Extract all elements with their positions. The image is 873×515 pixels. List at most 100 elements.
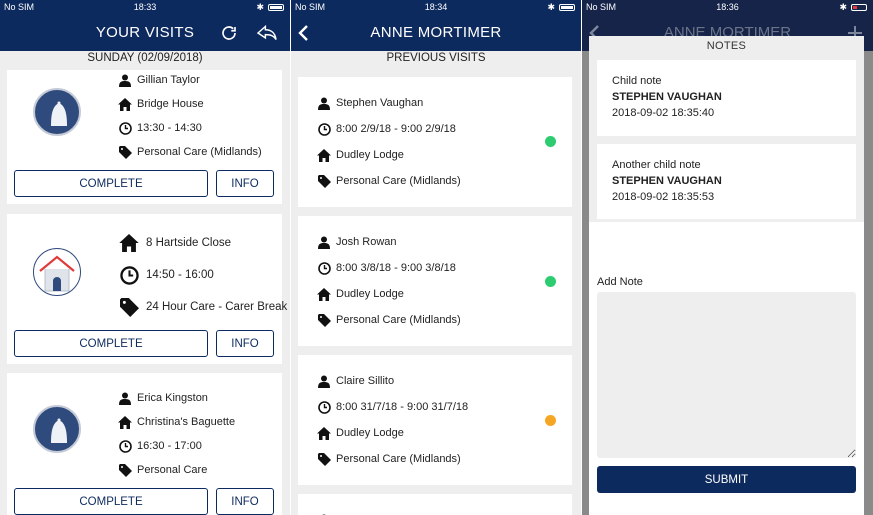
previous-visit-card[interactable]: Stephen Vaughan 8:00 2/9/18 - 9:00 2/9/1… (298, 77, 572, 207)
care-type: 24 Hour Care - Carer Break (146, 301, 288, 313)
status-time: 18:33 (133, 2, 157, 12)
tag-icon (317, 313, 331, 327)
previous-visits-screen: No SIM 18:34 ✱ ANNE MORTIMER PREVIOUS VI… (291, 0, 581, 515)
carer-name: Claire Sillito (336, 375, 395, 387)
person-icon (118, 391, 132, 405)
status-dot (545, 415, 556, 426)
clock-icon (317, 261, 331, 275)
app-header: No SIM 18:33 ✱ YOUR VISITS (0, 0, 290, 51)
home-icon (317, 287, 331, 301)
person-icon (317, 374, 331, 388)
previous-visit-card[interactable]: Josh Rowan 8:00 3/8/18 - 9:00 3/8/18 Dud… (298, 216, 572, 346)
bluetooth-icon: ✱ (839, 2, 847, 12)
note-timestamp: 2018-09-02 18:35:53 (612, 191, 715, 203)
info-button[interactable]: INFO (216, 170, 274, 197)
add-note-section: Add Note SUBMIT (589, 222, 864, 515)
status-bar: No SIM 18:33 ✱ (0, 0, 290, 15)
visit-location: Bridge House (137, 98, 204, 110)
battery-low-icon (851, 4, 867, 11)
person-icon (118, 73, 132, 87)
complete-button[interactable]: COMPLETE (14, 170, 208, 197)
logout-icon[interactable] (255, 22, 279, 44)
tag-icon (118, 145, 132, 159)
clock-icon (118, 121, 132, 135)
person-icon (317, 96, 331, 110)
info-button[interactable]: INFO (216, 330, 274, 357)
care-type: Personal Care (Midlands) (336, 314, 461, 326)
previous-visit-card[interactable]: Claire Sillito 8:00 31/7/18 - 9:00 31/7/… (298, 355, 572, 485)
visit-datetime: 8:00 31/7/18 - 9:00 31/7/18 (336, 401, 469, 413)
previous-visit-card[interactable] (298, 494, 572, 515)
page-title: ANNE MORTIMER (370, 24, 502, 41)
tag-icon (317, 174, 331, 188)
notes-modal: NOTES Child note STEPHEN VAUGHAN 2018-09… (589, 36, 864, 515)
your-visits-screen: No SIM 18:33 ✱ YOUR VISITS SUNDAY (02/09… (0, 0, 290, 515)
visit-card: Gillian Taylor Bridge House 13:30 - 14:3… (7, 70, 282, 204)
status-bar: No SIM 18:36 ✱ (582, 0, 873, 15)
status-time: 18:34 (424, 2, 448, 12)
clock-icon (119, 265, 139, 285)
home-icon (119, 233, 139, 253)
house-icon (33, 248, 81, 296)
status-dot (545, 276, 556, 287)
visit-datetime: 8:00 2/9/18 - 9:00 2/9/18 (336, 123, 456, 135)
tag-icon (119, 297, 139, 317)
note-title: Another child note (612, 159, 701, 171)
care-type: Personal Care (Midlands) (336, 175, 461, 187)
status-dot (545, 136, 556, 147)
visit-location: 8 Hartside Close (146, 237, 232, 249)
client-name: Erica Kingston (137, 392, 208, 404)
tag-icon (118, 463, 132, 477)
clock-icon (317, 400, 331, 414)
battery-icon (559, 4, 575, 11)
page-title: YOUR VISITS (95, 24, 195, 41)
note-item: Another child note STEPHEN VAUGHAN 2018-… (597, 144, 856, 219)
bluetooth-icon: ✱ (547, 2, 555, 12)
refresh-icon[interactable] (217, 22, 241, 44)
complete-button[interactable]: COMPLETE (14, 330, 208, 357)
info-button[interactable]: INFO (216, 488, 274, 515)
note-timestamp: 2018-09-02 18:35:40 (612, 107, 715, 119)
care-type: Personal Care (Midlands) (336, 453, 461, 465)
submit-button[interactable]: SUBMIT (597, 466, 856, 493)
visit-location: Dudley Lodge (336, 288, 404, 300)
clock-icon (118, 439, 132, 453)
visits-date: SUNDAY (02/09/2018) (87, 52, 203, 64)
client-name: Gillian Taylor (137, 74, 200, 86)
note-textarea[interactable] (597, 292, 856, 458)
note-title: Child note (612, 75, 662, 87)
home-icon (317, 426, 331, 440)
home-icon (118, 97, 132, 111)
visit-time: 16:30 - 17:00 (137, 440, 202, 452)
status-bar: No SIM 18:34 ✱ (291, 0, 581, 15)
home-icon (317, 148, 331, 162)
modal-title: NOTES (706, 40, 747, 52)
user-silhouette-icon (33, 405, 81, 453)
note-author: STEPHEN VAUGHAN (612, 91, 722, 103)
care-type: Personal Care (Midlands) (137, 146, 262, 158)
user-silhouette-icon (33, 88, 81, 136)
carer-name: Josh Rowan (336, 236, 397, 248)
visit-card: 8 Hartside Close 14:50 - 16:00 24 Hour C… (7, 214, 287, 364)
visit-location: Christina's Baguette (137, 416, 236, 428)
add-note-label: Add Note (597, 276, 643, 288)
battery-icon (268, 4, 284, 11)
bluetooth-icon: ✱ (256, 2, 264, 12)
complete-button[interactable]: COMPLETE (14, 488, 208, 515)
visit-location: Dudley Lodge (336, 149, 404, 161)
visit-card: Erica Kingston Christina's Baguette 16:3… (7, 373, 282, 515)
tag-icon (317, 452, 331, 466)
person-icon (317, 235, 331, 249)
visit-datetime: 8:00 3/8/18 - 9:00 3/8/18 (336, 262, 456, 274)
note-item: Child note STEPHEN VAUGHAN 2018-09-02 18… (597, 60, 856, 136)
carer-name: Stephen Vaughan (336, 97, 424, 109)
visit-location: Dudley Lodge (336, 427, 404, 439)
visit-time: 13:30 - 14:30 (137, 122, 202, 134)
note-author: STEPHEN VAUGHAN (612, 175, 722, 187)
home-icon (118, 415, 132, 429)
care-type: Personal Care (137, 464, 208, 476)
section-title: PREVIOUS VISITS (386, 52, 486, 64)
status-time: 18:36 (716, 2, 739, 12)
app-header: No SIM 18:34 ✱ ANNE MORTIMER (291, 0, 581, 51)
notes-screen: No SIM 18:36 ✱ ANNE MORTIMER NOTES Child… (582, 0, 873, 515)
